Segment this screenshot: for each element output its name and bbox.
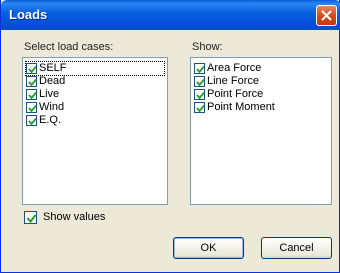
checkbox[interactable]: [194, 76, 205, 87]
show-list[interactable]: Area Force Line Force Point Force Point …: [190, 57, 332, 205]
show-values-label: Show values: [43, 211, 106, 223]
checkbox[interactable]: [26, 102, 37, 113]
checkmark-icon: [26, 214, 37, 224]
load-case-item[interactable]: Live: [26, 88, 59, 101]
load-case-item[interactable]: Dead: [26, 75, 65, 88]
window-title: Loads: [9, 7, 48, 22]
show-item-label: Area Force: [207, 62, 262, 74]
checkbox[interactable]: [26, 76, 37, 87]
checkmark-icon: [28, 65, 37, 74]
show-item-label: Point Moment: [207, 101, 275, 113]
load-case-item[interactable]: SELF: [25, 61, 165, 76]
close-icon: [321, 10, 332, 21]
show-item[interactable]: Line Force: [194, 75, 259, 88]
show-item[interactable]: Point Moment: [194, 101, 275, 114]
ok-button[interactable]: OK: [173, 237, 244, 259]
checkmark-icon: [28, 91, 37, 100]
show-item-label: Line Force: [207, 75, 259, 87]
cancel-button[interactable]: Cancel: [261, 237, 332, 259]
loads-dialog: Loads Select load cases: SELF Dead Live …: [0, 0, 340, 273]
show-values-checkbox[interactable]: Show values: [24, 211, 105, 224]
checkbox[interactable]: [194, 102, 205, 113]
show-item[interactable]: Point Force: [194, 88, 263, 101]
load-cases-list[interactable]: SELF Dead Live Wind E.Q.: [22, 57, 168, 205]
checkbox[interactable]: [24, 211, 37, 224]
checkbox[interactable]: [26, 115, 37, 126]
checkmark-icon: [196, 104, 205, 113]
load-cases-label: Select load cases:: [24, 41, 114, 53]
close-button[interactable]: [316, 5, 337, 26]
load-case-label: Dead: [39, 75, 66, 87]
load-case-label: SELF: [39, 62, 67, 74]
load-case-item[interactable]: E.Q.: [26, 114, 61, 127]
checkmark-icon: [196, 91, 205, 100]
checkmark-icon: [196, 65, 205, 74]
load-case-label: Live: [39, 88, 60, 100]
title-bar[interactable]: Loads: [1, 0, 340, 30]
show-label: Show:: [192, 41, 223, 53]
checkbox[interactable]: [194, 63, 205, 74]
checkbox[interactable]: [26, 89, 37, 100]
checkmark-icon: [28, 78, 37, 87]
checkmark-icon: [196, 78, 205, 87]
load-case-item[interactable]: Wind: [26, 101, 64, 114]
show-item-label: Point Force: [207, 88, 264, 100]
checkmark-icon: [28, 117, 37, 126]
checkbox[interactable]: [194, 89, 205, 100]
checkmark-icon: [28, 104, 37, 113]
show-item[interactable]: Area Force: [194, 62, 261, 75]
checkbox[interactable]: [26, 63, 37, 74]
load-case-label: E.Q.: [39, 114, 62, 126]
load-case-label: Wind: [39, 101, 65, 113]
